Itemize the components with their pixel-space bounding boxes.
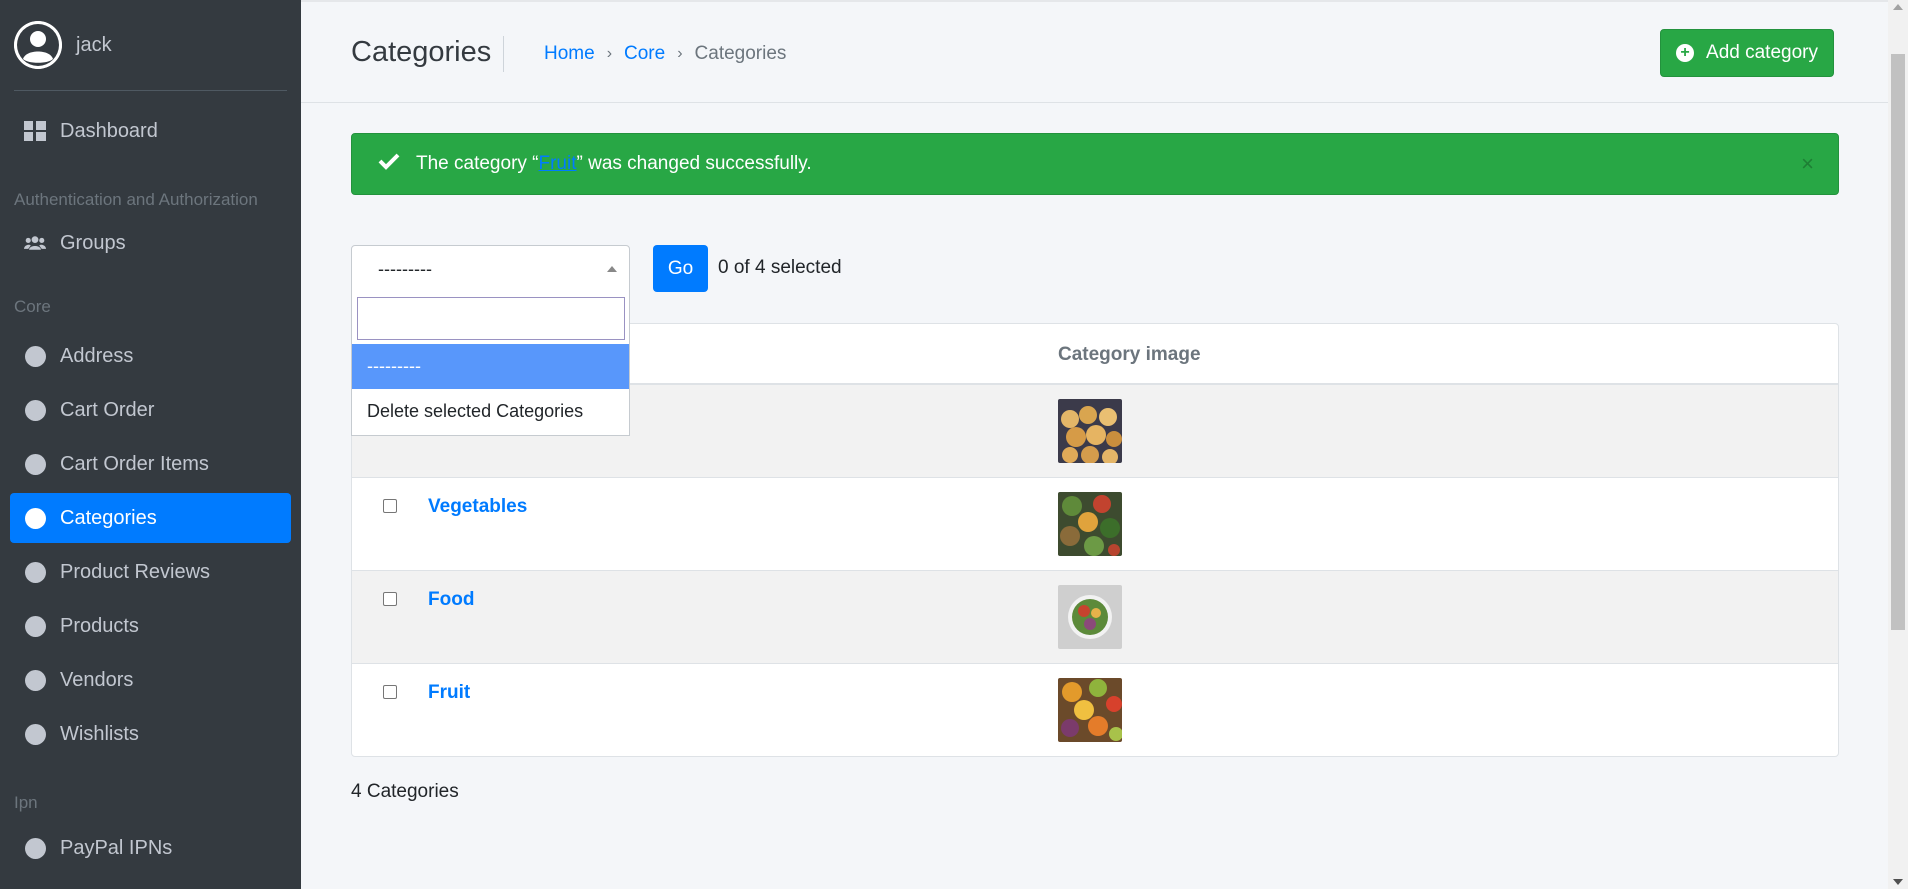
sidebar-item-categories[interactable]: Categories (10, 493, 291, 543)
breadcrumb-separator: › (606, 45, 613, 62)
category-image-thumbnail[interactable] (1058, 585, 1122, 649)
sidebar-item-label: Address (60, 344, 134, 367)
action-dropdown: --------- Delete selected Categories (351, 292, 630, 436)
sidebar-section-auth: Authentication and Authorization (14, 190, 258, 209)
row-checkbox[interactable] (383, 499, 397, 513)
breadcrumb-core[interactable]: Core (624, 43, 665, 65)
breadcrumb-home[interactable]: Home (544, 43, 595, 65)
sidebar-item-cart-order[interactable]: Cart Order (10, 383, 291, 437)
sidebar-section-ipn: Ipn (14, 793, 38, 812)
result-count: 4 Categories (351, 781, 459, 802)
dropdown-option-empty[interactable]: --------- (352, 344, 629, 389)
row-checkbox[interactable] (383, 592, 397, 606)
sidebar-item-wishlists[interactable]: Wishlists (10, 707, 291, 761)
title-divider (503, 36, 504, 72)
circle-icon (24, 561, 46, 583)
circle-icon (24, 669, 46, 691)
user-avatar-icon (14, 21, 62, 69)
sidebar-item-label: Groups (60, 231, 126, 254)
row-checkbox[interactable] (383, 685, 397, 699)
sidebar-item-label: Cart Order (60, 398, 155, 421)
scroll-thumb[interactable] (1891, 54, 1905, 630)
sidebar-item-label: Vendors (60, 668, 134, 691)
sidebar: jack Dashboard Authentication and Author… (0, 0, 301, 889)
scroll-down-icon[interactable] (1893, 879, 1903, 885)
caret-up-icon (607, 266, 617, 272)
sidebar-item-label: Wishlists (60, 722, 139, 745)
sidebar-item-label: Cart Order Items (60, 452, 209, 475)
breadcrumb: Home › Core › Categories (544, 43, 786, 65)
sidebar-item-address[interactable]: Address (10, 329, 291, 383)
alert-suffix: ” was changed successfully. (576, 153, 812, 174)
sidebar-item-dashboard[interactable]: Dashboard (10, 106, 291, 156)
category-link[interactable]: Vegetables (428, 496, 527, 518)
category-image-thumbnail[interactable] (1058, 678, 1122, 742)
table-row: Food (352, 571, 1838, 664)
sidebar-item-label: Categories (60, 506, 157, 529)
category-image-thumbnail[interactable] (1058, 492, 1122, 556)
circle-icon (24, 615, 46, 637)
dashboard-icon (24, 120, 46, 142)
dropdown-search-input[interactable] (357, 297, 625, 340)
column-header-category-image[interactable]: Category image (1058, 344, 1201, 366)
selection-counter: 0 of 4 selected (718, 257, 842, 278)
circle-icon (24, 723, 46, 745)
plus-circle-icon: + (1676, 44, 1695, 62)
content-header: Categories Home › Core › Categories + Ad… (301, 0, 1888, 103)
circle-icon (24, 399, 46, 421)
users-icon (24, 232, 46, 254)
sidebar-item-paypal-ipns[interactable]: PayPal IPNs (10, 821, 291, 875)
sidebar-item-vendors[interactable]: Vendors (10, 653, 291, 707)
circle-icon (24, 507, 46, 529)
breadcrumb-current: Categories (694, 43, 787, 64)
page-title: Categories (351, 36, 492, 68)
sidebar-item-groups[interactable]: Groups (10, 218, 291, 268)
sidebar-item-label: Dashboard (60, 119, 158, 142)
circle-icon (24, 345, 46, 367)
add-category-label: Add category (1706, 42, 1818, 63)
sidebar-section-core: Core (14, 297, 51, 316)
circle-icon (24, 837, 46, 859)
sidebar-item-label: Products (60, 614, 139, 637)
sidebar-item-label: Product Reviews (60, 560, 211, 583)
table-row: Fruit (352, 664, 1838, 756)
category-link[interactable]: Food (428, 589, 474, 611)
success-alert: The category “Fruit” was changed success… (351, 133, 1839, 195)
user-panel[interactable]: jack (14, 0, 287, 91)
action-select[interactable]: --------- (351, 245, 630, 293)
close-icon[interactable]: × (1801, 151, 1814, 177)
sidebar-item-products[interactable]: Products (10, 599, 291, 653)
category-link[interactable]: Fruit (428, 682, 470, 704)
alert-prefix: The category “ (416, 153, 539, 174)
check-icon (378, 152, 400, 176)
table-row: Vegetables (352, 478, 1838, 571)
sidebar-item-product-reviews[interactable]: Product Reviews (10, 545, 291, 599)
alert-category-link[interactable]: Fruit (539, 153, 577, 175)
breadcrumb-separator: › (677, 45, 683, 62)
category-image-thumbnail[interactable] (1058, 399, 1122, 463)
action-select-value: --------- (378, 258, 432, 279)
go-button[interactable]: Go (653, 245, 708, 292)
sidebar-item-label: PayPal IPNs (60, 836, 173, 859)
scroll-up-icon[interactable] (1893, 4, 1903, 10)
add-category-button[interactable]: + Add category (1660, 29, 1834, 77)
sidebar-item-cart-order-items[interactable]: Cart Order Items (10, 437, 291, 491)
dropdown-option-delete-selected[interactable]: Delete selected Categories (352, 389, 629, 434)
user-name: jack (76, 33, 112, 56)
page-scrollbar[interactable] (1888, 0, 1908, 889)
circle-icon (24, 453, 46, 475)
